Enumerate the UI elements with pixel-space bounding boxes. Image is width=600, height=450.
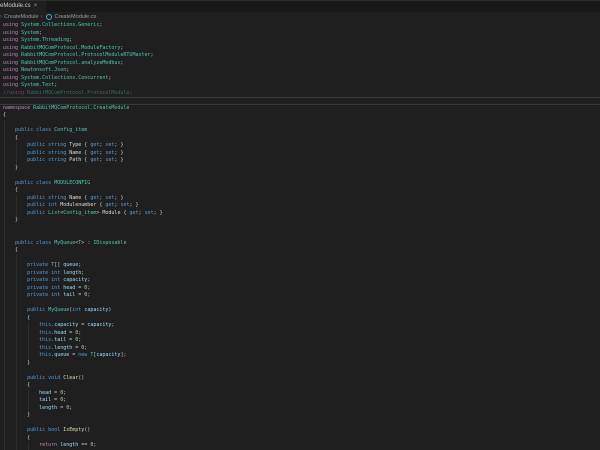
code-line: public class Config_item: [3, 127, 600, 135]
code-line: }: [3, 217, 600, 225]
code-line: public void Clear(): [3, 375, 600, 383]
code-line: }: [3, 165, 600, 173]
code-line: public MyQueue(int capacity): [3, 307, 600, 315]
code-line: public string Path { get; set; }: [3, 157, 600, 165]
code-line: [3, 232, 600, 240]
code-line: public string Name { get; set; }: [3, 150, 600, 158]
code-line: {: [3, 135, 600, 143]
breadcrumb: › CreateModule › CreateModule.cs: [0, 12, 600, 22]
code-line: namespace RabbitMQComProtocol.CreateModu…: [3, 105, 600, 113]
code-line: this.capacity = capacity;: [3, 322, 600, 330]
code-line: using System.Threading;: [3, 37, 600, 45]
breadcrumb-folder[interactable]: CreateModule: [4, 14, 39, 20]
code-line: private int head = 0;: [3, 285, 600, 293]
code-line: this.queue = new T[capacity];: [3, 352, 600, 360]
tab-label: eModule.cs: [0, 1, 31, 12]
code-line: using System.Collections.Generic;: [3, 22, 600, 30]
code-editor[interactable]: using System.Collections.Generic;using S…: [0, 22, 600, 450]
code-line: [3, 255, 600, 263]
code-line: [3, 367, 600, 375]
csharp-class-icon: [46, 14, 52, 20]
tab-createmodule[interactable]: eModule.cs ×: [0, 1, 46, 12]
code-line: public bool IsEmpty(): [3, 427, 600, 435]
code-line: using RabbitMQComProtocol.ModuleFactory;: [3, 45, 600, 53]
code-line: [3, 97, 600, 105]
breadcrumb-file[interactable]: CreateModule.cs: [55, 14, 97, 20]
code-line: }: [3, 412, 600, 420]
code-line: using System;: [3, 30, 600, 38]
chevron-right-icon: ›: [0, 14, 2, 20]
code-line: private int capacity;: [3, 277, 600, 285]
chevron-right-icon: ›: [41, 14, 43, 20]
code-line: private int tail = 0;: [3, 292, 600, 300]
code-line: public string Type { get; set; }: [3, 142, 600, 150]
code-line: tail = 0;: [3, 397, 600, 405]
code-line: using Newtonsoft.Json;: [3, 67, 600, 75]
code-line: using RabbitMQComProtocol.ProtocolModule…: [3, 52, 600, 60]
code-line: }: [3, 360, 600, 368]
code-line: this.length = 0;: [3, 345, 600, 353]
code-line: {: [3, 187, 600, 195]
code-line: using RabbitMQComProtocol.analyzeModbus;: [3, 60, 600, 68]
code-line: {: [3, 112, 600, 120]
code-line: using System.Collections.Concurrent;: [3, 75, 600, 83]
code-line: public class MyQueue<T> : IDisposable: [3, 240, 600, 248]
code-line: public int Modulenumber { get; set; }: [3, 202, 600, 210]
code-line: using System.Text;: [3, 82, 600, 90]
code-line: [3, 420, 600, 428]
tab-bar: eModule.cs ×: [0, 0, 600, 12]
code-line: [3, 300, 600, 308]
code-line: {: [3, 382, 600, 390]
code-line: {: [3, 247, 600, 255]
code-line: [3, 225, 600, 233]
code-line: public class MODULECONFIG: [3, 180, 600, 188]
code-line: private T[] queue;: [3, 262, 600, 270]
code-line: this.tail = 0;: [3, 337, 600, 345]
code-line: {: [3, 435, 600, 443]
code-line: [3, 172, 600, 180]
code-line: {: [3, 315, 600, 323]
code-line: public List<Config_item> Module { get; s…: [3, 210, 600, 218]
code-content: using System.Collections.Generic;using S…: [3, 22, 600, 450]
code-line: this.head = 0;: [3, 330, 600, 338]
code-line: return length == 0;: [3, 442, 600, 450]
code-line: //using RabbitMQComProtocol.ProtocolModu…: [3, 90, 600, 98]
code-line: [3, 120, 600, 128]
close-icon[interactable]: ×: [34, 1, 38, 12]
code-line: length = 0;: [3, 405, 600, 413]
code-line: private int length;: [3, 270, 600, 278]
code-line: head = 0;: [3, 390, 600, 398]
code-line: public string Name { get; set; }: [3, 195, 600, 203]
